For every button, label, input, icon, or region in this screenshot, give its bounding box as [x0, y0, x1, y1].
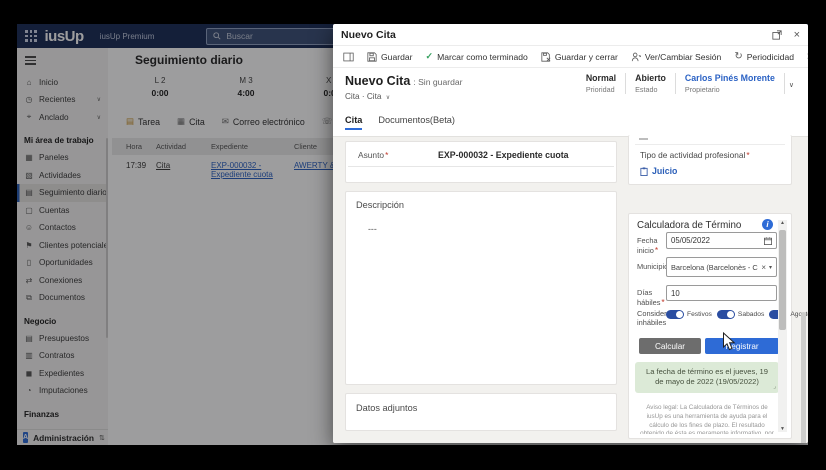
asunto-label: Asunto*: [358, 150, 432, 160]
save-icon: [367, 52, 377, 62]
nuevo-cita-dialog: Nuevo Cita × Guardar ✓ Marcar como termi…: [333, 24, 808, 443]
chevron-down-icon[interactable]: ∨: [789, 81, 794, 89]
considerar-label: Considerar inhábiles: [637, 309, 665, 328]
dialog-toolbar: Guardar ✓ Marcar como terminado Guardar …: [333, 46, 808, 68]
descripcion-value[interactable]: ---: [368, 224, 377, 234]
asunto-card: Asunto* EXP-000032 - Expediente cuota: [345, 141, 617, 183]
owner-field[interactable]: Carlos Pinés Morente Propietario: [676, 73, 785, 94]
municipio-select[interactable]: Barcelona (Barcelonès - Cat... × ▾: [666, 257, 777, 277]
popout-icon[interactable]: [772, 30, 782, 40]
status-field[interactable]: Abierto Estado: [626, 73, 676, 94]
scroll-up-icon[interactable]: ▲: [778, 220, 787, 226]
datos-adjuntos-label: Datos adjuntos: [356, 403, 417, 413]
descripcion-label: Descripción: [356, 200, 404, 210]
dias-habiles-input[interactable]: [666, 285, 777, 301]
dialog-titlebar: Nuevo Cita ×: [333, 24, 808, 46]
tipo-actividad-value[interactable]: Juicio: [640, 166, 677, 176]
dialog-title: Nuevo Cita: [341, 29, 396, 41]
record-title: Nuevo Cita: Sin guardar: [345, 74, 463, 88]
dialog-body: Asunto* EXP-000032 - Expediente cuota De…: [333, 136, 808, 443]
clipboard-icon: [640, 167, 648, 176]
record-header: Nuevo Cita: Sin guardar Cita · Cita ∨ No…: [333, 68, 808, 108]
descripcion-card: Descripción ---: [345, 191, 617, 385]
scroll-down-icon[interactable]: ▼: [778, 426, 787, 432]
municipio-label: Municipio*: [637, 261, 667, 272]
save-and-close-button[interactable]: Guardar y cerrar: [541, 52, 618, 62]
save-button[interactable]: Guardar: [367, 52, 413, 62]
resize-handle-icon[interactable]: ⌟: [773, 383, 776, 391]
dialog-scrollbar[interactable]: [801, 237, 806, 443]
unsaved-label: : Sin guardar: [413, 77, 462, 87]
calculadora-scrollbar[interactable]: ▲ ▼: [778, 220, 787, 432]
dialog-tabs: Cita Documentos(Beta): [333, 108, 808, 130]
calcular-button[interactable]: Calcular: [639, 338, 701, 354]
aviso-legal: Aviso legal: La Calculadora de Términos …: [639, 404, 775, 434]
tipo-actividad-card: Tipo de actividad profesional* Juicio: [628, 135, 792, 185]
close-icon[interactable]: ×: [794, 29, 800, 41]
side-pane-icon: [343, 52, 354, 62]
datos-adjuntos-card: Datos adjuntos: [345, 393, 617, 431]
side-pane-button[interactable]: [343, 52, 354, 62]
tipo-actividad-label: Tipo de actividad profesional*: [640, 150, 750, 160]
scrollbar-thumb[interactable]: [779, 230, 786, 330]
save-close-icon: [541, 52, 551, 62]
tab-cita[interactable]: Cita: [345, 115, 362, 130]
priority-field[interactable]: Normal Prioridad: [577, 73, 626, 94]
registrar-button[interactable]: Registrar: [705, 338, 779, 354]
record-stats: Normal Prioridad Abierto Estado Carlos P…: [577, 73, 794, 94]
change-session-button[interactable]: Ver/Cambiar Sesión: [631, 52, 721, 62]
clipped-field-remnant: [639, 138, 648, 140]
recurrence-icon: ↻: [734, 51, 742, 62]
recurrence-button[interactable]: ↻ Periodicidad: [734, 51, 794, 62]
info-icon[interactable]: i: [762, 219, 773, 230]
dias-habiles-label: Días hábiles*: [637, 288, 667, 308]
sabados-toggle[interactable]: [717, 310, 735, 319]
record-subtitle[interactable]: Cita · Cita ∨: [345, 92, 390, 101]
calendar-icon[interactable]: [764, 237, 772, 245]
resultado-box: La fecha de término es el jueves, 19 de …: [635, 362, 779, 393]
calculadora-title: Calculadora de Término: [637, 220, 741, 231]
asunto-field[interactable]: Asunto* EXP-000032 - Expediente cuota: [348, 142, 614, 167]
clear-icon[interactable]: ×: [761, 263, 766, 272]
required-mark: *: [385, 150, 388, 160]
flow-button[interactable]: ≫ Flujo ∨: [807, 51, 808, 62]
festivos-toggle[interactable]: [666, 310, 684, 319]
calculadora-card: Calculadora de Término i Fecha inicio* M…: [628, 213, 792, 439]
flow-icon: ≫: [807, 51, 808, 62]
fecha-inicio-input[interactable]: [666, 232, 777, 249]
check-icon: ✓: [426, 51, 434, 62]
session-user-icon: [631, 52, 641, 62]
asunto-value: EXP-000032 - Expediente cuota: [438, 150, 569, 160]
mark-complete-button[interactable]: ✓ Marcar como terminado: [426, 51, 528, 62]
fecha-inicio-label: Fecha inicio*: [637, 236, 667, 256]
dropdown-icon[interactable]: ▾: [769, 264, 772, 271]
chevron-down-icon: ∨: [386, 95, 390, 101]
tab-documentos[interactable]: Documentos(Beta): [378, 115, 455, 130]
screen: iusUp iusUp Premium Buscar ⌂ Inicio ◷ Re…: [0, 0, 826, 470]
